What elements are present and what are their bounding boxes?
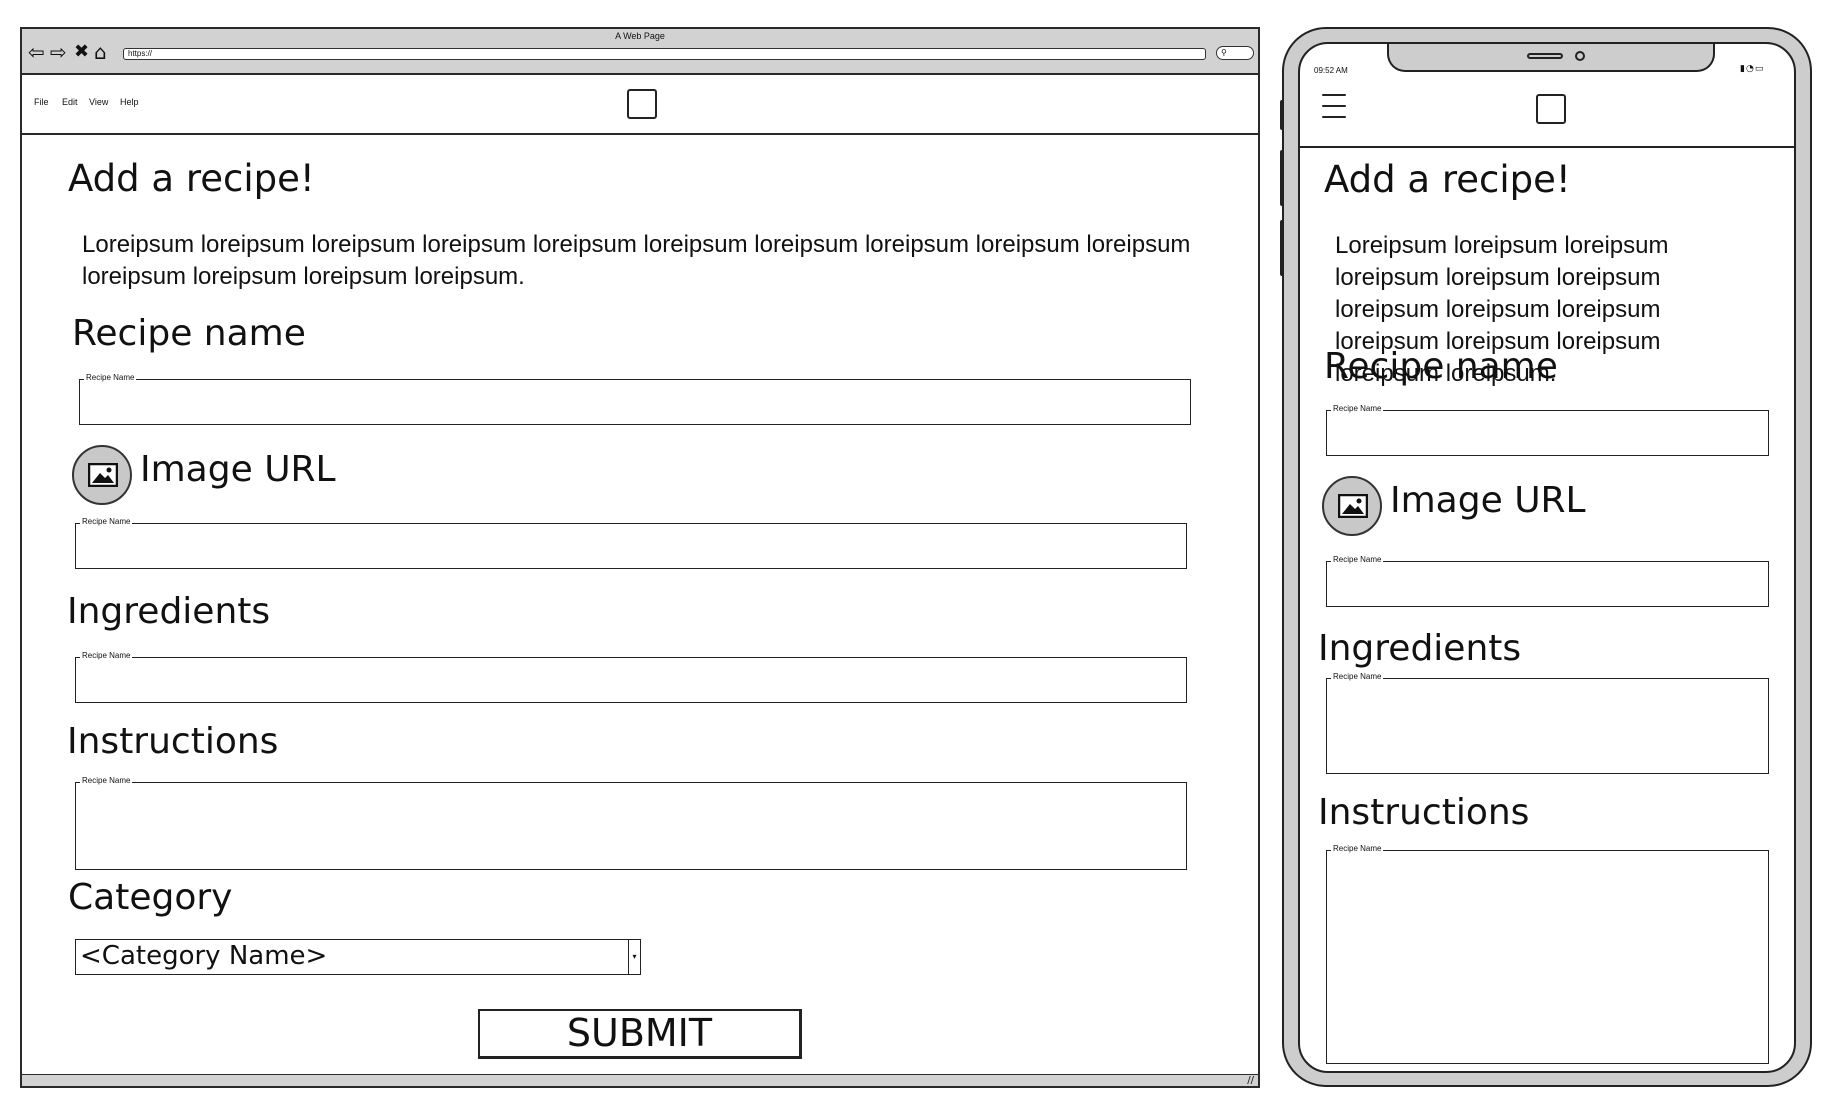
image-icon (1322, 476, 1382, 536)
wifi-icon: ◔ (1745, 64, 1755, 74)
home-icon[interactable]: ⌂ (94, 41, 107, 63)
logo-placeholder (1536, 94, 1566, 124)
menu-file[interactable]: File (34, 97, 49, 107)
browser-chrome: A Web Page ⇦ ⇨ ✖ ⌂ https:// ⚲ (22, 29, 1258, 75)
field-label: Recipe Name (80, 516, 133, 528)
resize-grip-icon[interactable]: // (1247, 1075, 1254, 1087)
status-bar: // (22, 1074, 1258, 1086)
image-url-input[interactable]: Recipe Name (75, 516, 1187, 569)
hamburger-menu-icon[interactable] (1322, 94, 1346, 127)
menu-edit[interactable]: Edit (62, 97, 78, 107)
phone-frame: 09:52 AM ▮◔▭ Add a recipe! Loreipsum lor… (1282, 27, 1812, 1087)
search-icon[interactable]: ⚲ (1216, 46, 1254, 60)
ingredients-input[interactable]: Recipe Name (1326, 671, 1769, 774)
category-select[interactable]: <Category Name> ▾ (75, 939, 641, 975)
field-label: Recipe Name (1331, 671, 1384, 683)
field-label: Recipe Name (84, 372, 137, 384)
field-label: Recipe Name (1331, 554, 1384, 566)
logo-placeholder (627, 89, 657, 119)
recipe-name-heading: Recipe name (1324, 346, 1558, 387)
field-label: Recipe Name (80, 775, 133, 787)
field-label: Recipe Name (80, 650, 133, 662)
phone-status-icons: ▮◔▭ (1740, 64, 1764, 74)
ingredients-input[interactable]: Recipe Name (75, 650, 1187, 703)
image-url-heading: Image URL (1390, 480, 1586, 521)
url-bar[interactable]: https:// (123, 48, 1206, 60)
category-heading: Category (68, 877, 233, 918)
ingredients-heading: Ingredients (1318, 628, 1522, 669)
menu-bar: File Edit View Help (22, 75, 1258, 135)
phone-screen: 09:52 AM ▮◔▭ Add a recipe! Loreipsum lor… (1298, 42, 1796, 1073)
browser-window: A Web Page ⇦ ⇨ ✖ ⌂ https:// ⚲ File Edit … (20, 27, 1260, 1088)
recipe-name-input[interactable]: Recipe Name (79, 372, 1191, 425)
page-title: Add a recipe! (1324, 158, 1571, 201)
page-title: Add a recipe! (68, 157, 315, 200)
close-x-icon[interactable]: ✖ (74, 41, 89, 63)
ingredients-heading: Ingredients (67, 591, 271, 632)
submit-button[interactable]: SUBMIT (478, 1009, 802, 1059)
speaker-icon (1527, 53, 1563, 59)
battery-icon: ▭ (1754, 64, 1765, 74)
instructions-input[interactable]: Recipe Name (1326, 843, 1769, 1064)
forward-arrow-icon[interactable]: ⇨ (50, 41, 67, 63)
instructions-heading: Instructions (67, 721, 279, 762)
phone-notch (1387, 44, 1715, 72)
phone-header (1300, 78, 1794, 148)
instructions-heading: Instructions (1318, 792, 1530, 833)
field-label: Recipe Name (1331, 843, 1384, 855)
category-select-value: <Category Name> (80, 941, 328, 971)
menu-view[interactable]: View (89, 97, 108, 107)
image-url-heading: Image URL (140, 449, 336, 490)
menu-help[interactable]: Help (120, 97, 139, 107)
recipe-name-heading: Recipe name (72, 313, 306, 354)
field-label: Recipe Name (1331, 403, 1384, 415)
camera-icon (1575, 51, 1585, 61)
phone-time: 09:52 AM (1314, 66, 1348, 75)
image-url-input[interactable]: Recipe Name (1326, 554, 1769, 607)
chevron-down-icon[interactable]: ▾ (628, 940, 640, 974)
back-arrow-icon[interactable]: ⇦ (28, 41, 45, 63)
window-title: A Web Page (615, 31, 665, 41)
intro-paragraph: Loreipsum loreipsum loreipsum loreipsum … (82, 231, 1191, 290)
image-icon (72, 445, 132, 505)
recipe-name-input[interactable]: Recipe Name (1326, 403, 1769, 456)
instructions-input[interactable]: Recipe Name (75, 775, 1187, 870)
